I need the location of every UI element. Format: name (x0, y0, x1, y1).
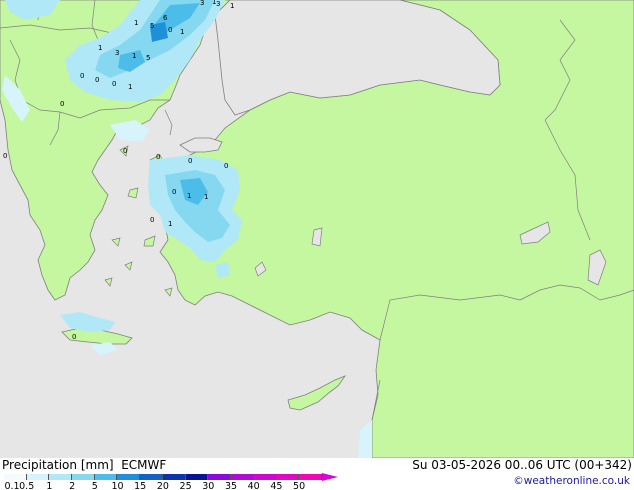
value-label: 1 (187, 192, 191, 200)
legend-tick-label: 10 (111, 481, 124, 490)
legend-tick-label: 40 (247, 481, 260, 490)
legend-color-swatch (94, 474, 118, 480)
legend-color-swatch (49, 474, 73, 480)
legend-color-swatch (253, 474, 277, 480)
value-label: 1 (180, 28, 184, 36)
legend-tick-label: 2 (69, 481, 76, 490)
legend-color-swatch (140, 474, 163, 480)
legend-color-swatch (162, 474, 186, 480)
value-label: 0 (156, 153, 160, 161)
value-label: 0 (112, 80, 116, 88)
footer-bar: Precipitation [mm] ECMWF Su 03-05-2026 0… (0, 458, 634, 490)
weather-map-screen: 1 5 3 3 1 1 6 0 1 1 3 5 0 1 0 0 1 0 0 0 … (0, 0, 634, 490)
legend-color-swatch (72, 474, 95, 480)
value-label: 1 (134, 19, 138, 27)
value-label: 5 (146, 54, 150, 62)
legend-tick-label: 45 (270, 481, 283, 490)
legend-color-swatch (208, 474, 231, 480)
precipitation-map: 1 5 3 3 1 1 6 0 1 1 3 5 0 1 0 0 1 0 0 0 … (0, 0, 634, 458)
value-label: 3 (216, 0, 220, 8)
value-label: 0 (80, 72, 84, 80)
value-label: 0 (188, 157, 192, 165)
legend-color-swatch (276, 474, 299, 480)
legend-tick-label: 20 (156, 481, 169, 490)
valid-time: Su 03-05-2026 00..06 UTC (00+342) (412, 458, 632, 472)
value-label: 0 (72, 333, 76, 341)
value-label: 3 (200, 0, 204, 7)
legend-tick-label: 0.1 (4, 481, 20, 490)
legend-colorbar-arrow (321, 473, 338, 481)
value-label: 0 (224, 162, 228, 170)
value-label: 5 (150, 22, 154, 30)
legend-tick-label: 35 (224, 481, 238, 490)
legend-tick-label: 0.5 (19, 481, 35, 490)
value-label: 0 (123, 147, 127, 155)
legend-tick-label: 50 (293, 481, 306, 490)
product-label: Precipitation [mm] (2, 458, 114, 472)
model-label: ECMWF (121, 458, 167, 472)
legend-tick-label: 25 (179, 481, 192, 490)
legend-tick-label: 15 (134, 481, 147, 490)
value-label: 1 (98, 44, 102, 52)
value-label: 1 (230, 2, 234, 10)
value-label: 0 (60, 100, 64, 108)
legend-tick-label: 30 (202, 481, 215, 490)
legend-colorbar (4, 474, 322, 480)
value-label: 1 (132, 52, 136, 60)
value-label: 0 (172, 188, 176, 196)
value-label: 0 (3, 152, 7, 160)
value-label: 6 (163, 14, 168, 22)
value-label: 0 (95, 76, 99, 84)
legend-color-swatch (117, 474, 141, 480)
value-label: 3 (115, 49, 119, 57)
value-label: 0 (150, 216, 154, 224)
value-label: 1 (204, 193, 208, 201)
legend-color-swatch (26, 474, 50, 480)
product-title: Precipitation [mm] ECMWF (2, 458, 166, 472)
legend-color-swatch (298, 474, 322, 480)
value-label: 1 (168, 220, 172, 228)
legend-color-swatch (4, 474, 27, 480)
credit-link[interactable]: ©weatheronline.co.uk (513, 475, 630, 487)
legend-color-swatch (185, 474, 209, 480)
value-label: 1 (212, 0, 216, 6)
legend-tick-label: 1 (46, 481, 53, 490)
value-label: 1 (128, 83, 132, 91)
legend-tick-label: 5 (91, 481, 98, 490)
legend-color-swatch (230, 474, 254, 480)
value-label: 0 (168, 26, 172, 34)
